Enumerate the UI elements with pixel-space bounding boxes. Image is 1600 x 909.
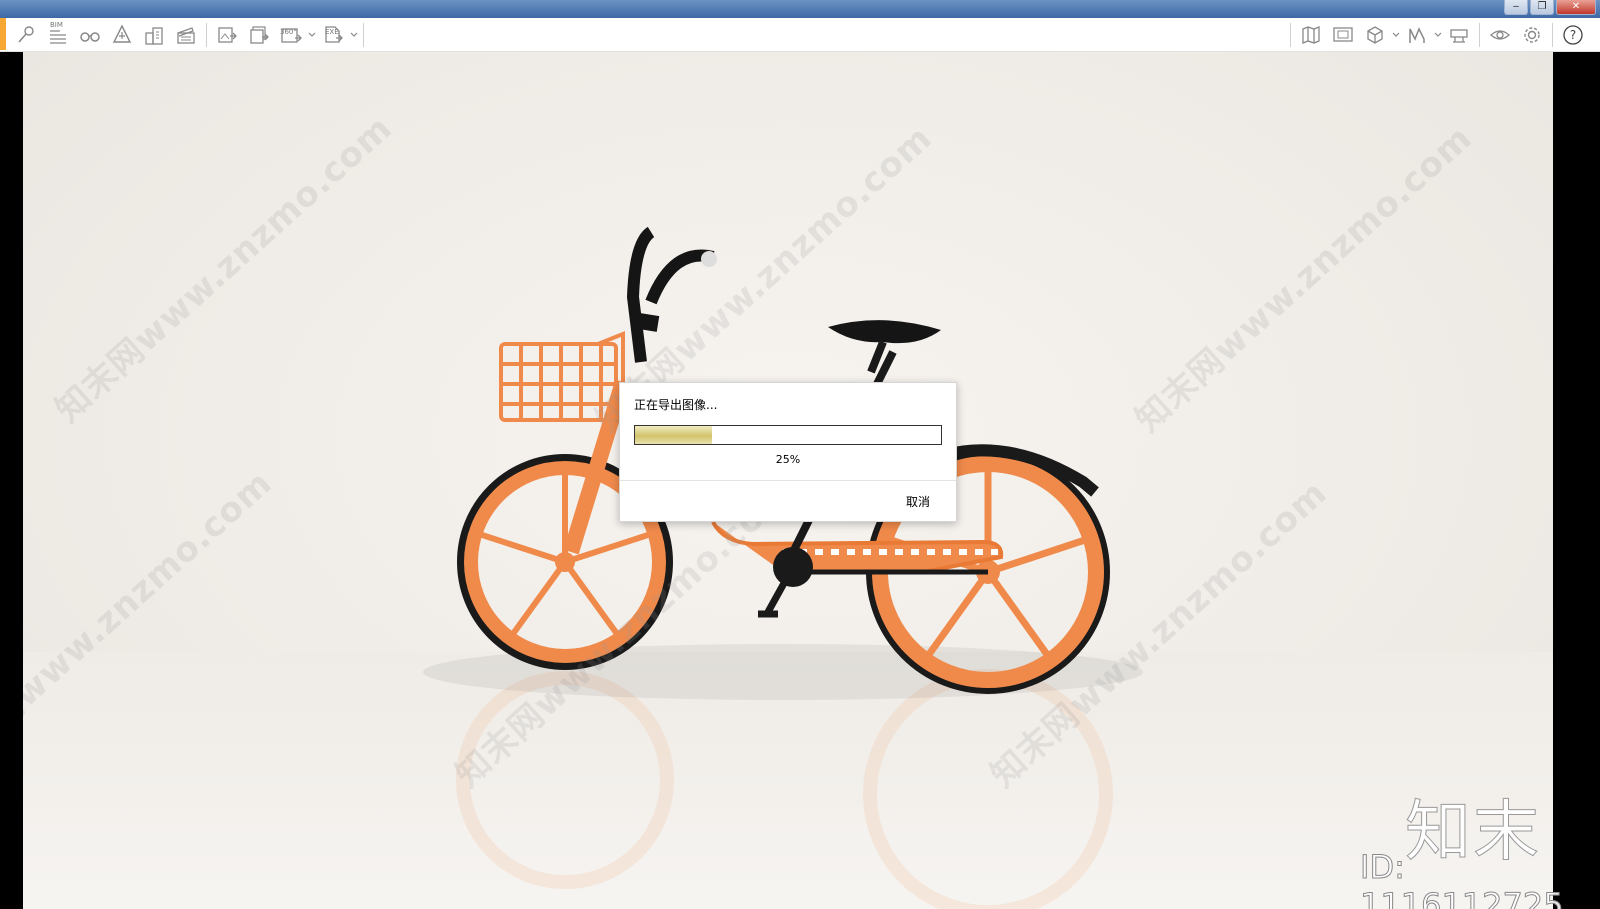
gear-icon[interactable]: [1516, 18, 1548, 52]
chevron-down-icon[interactable]: [349, 18, 359, 52]
export-progress-bar: [634, 425, 942, 445]
svg-text:?: ?: [1570, 28, 1576, 42]
saddle: [828, 320, 941, 344]
panel-toggle-tab[interactable]: [0, 18, 6, 50]
dialog-divider: [620, 480, 956, 481]
exe-label: EXE: [325, 28, 339, 36]
marker-icon[interactable]: [10, 18, 42, 52]
binoculars-icon[interactable]: [74, 18, 106, 52]
export-exe-icon[interactable]: EXE: [317, 18, 349, 52]
bim-label: BIM: [50, 21, 63, 29]
film-clapper-icon[interactable]: [170, 18, 202, 52]
toolbar-separator: [1479, 23, 1480, 47]
window-controls: ‒ ❐ ✕: [1504, 0, 1596, 16]
toolbar-right-group: ?: [1286, 18, 1589, 52]
screen-capture-icon[interactable]: [1327, 18, 1359, 52]
toolbar-separator: [206, 23, 207, 47]
brand-id: ID: 1116112725: [1360, 848, 1565, 909]
restore-button[interactable]: ❐: [1530, 0, 1554, 15]
chevron-down-icon[interactable]: [1433, 18, 1443, 52]
export-panorama-icon[interactable]: 360°: [275, 18, 307, 52]
chevron-down-icon[interactable]: [1391, 18, 1401, 52]
minimize-button[interactable]: ‒: [1504, 0, 1528, 15]
map-icon[interactable]: [1295, 18, 1327, 52]
main-toolbar: BIM 360° EXE ?: [0, 18, 1600, 70]
export-progress-dialog: 正在导出图像... 25% 取消: [619, 382, 957, 522]
export-image-icon[interactable]: [211, 18, 243, 52]
cancel-button[interactable]: 取消: [906, 493, 930, 510]
dialog-title: 正在导出图像...: [634, 398, 718, 412]
route-icon[interactable]: [1401, 18, 1433, 52]
panorama-label: 360°: [280, 28, 297, 36]
close-button[interactable]: ✕: [1556, 0, 1596, 15]
toolbar-separator: [1290, 23, 1291, 47]
cube-view-icon[interactable]: [1359, 18, 1391, 52]
section-tool-icon[interactable]: [106, 18, 138, 52]
toolbar-separator: [363, 23, 364, 47]
bim-list-icon[interactable]: BIM: [42, 18, 74, 52]
projector-icon[interactable]: [1443, 18, 1475, 52]
toolbar-separator: [1552, 23, 1553, 47]
progress-fill: [635, 426, 712, 444]
export-batch-icon[interactable]: [243, 18, 275, 52]
help-icon[interactable]: ?: [1557, 18, 1589, 52]
eye-icon[interactable]: [1484, 18, 1516, 52]
chevron-down-icon[interactable]: [307, 18, 317, 52]
toolbar-left-group: BIM 360° EXE: [10, 18, 368, 52]
window-titlebar: ‒ ❐ ✕: [0, 0, 1600, 18]
progress-percent: 25%: [775, 453, 801, 466]
buildings-icon[interactable]: [138, 18, 170, 52]
